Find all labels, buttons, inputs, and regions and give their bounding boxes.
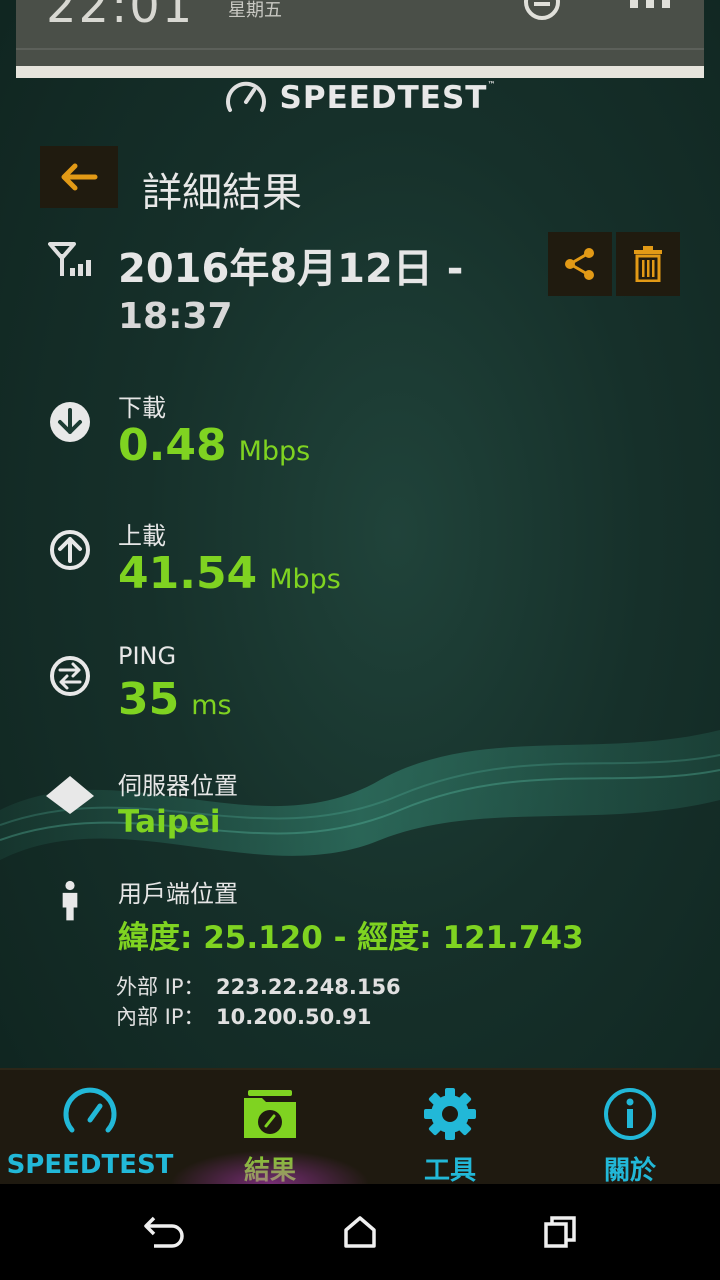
back-nav-icon[interactable] — [132, 1204, 188, 1260]
external-ip-row: 外部 IP： 223.22.248.156 — [116, 972, 401, 1002]
upload-unit: Mbps — [269, 564, 341, 595]
app-screen: 22:01 星期五 SPEEDTEST™ 詳細結果 2016年8月12日 - 1… — [0, 0, 720, 1184]
active-tab-glow — [170, 1150, 370, 1184]
trash-icon — [634, 246, 662, 282]
download-label: 下載 — [118, 394, 166, 422]
download-unit: Mbps — [238, 436, 311, 467]
upload-label: 上載 — [118, 522, 166, 550]
tab-speedtest[interactable]: SPEEDTEST — [0, 1070, 180, 1186]
external-ip-value: 223.22.248.156 — [216, 975, 401, 999]
internal-ip-label: 內部 IP： — [116, 1005, 205, 1029]
brand-tm: ™ — [487, 80, 497, 89]
internal-ip-row: 內部 IP： 10.200.50.91 — [116, 1002, 401, 1032]
speedometer-logo-icon — [225, 81, 266, 112]
settings-shortcut-icon[interactable] — [522, 0, 562, 22]
shade-clock: 22:01 — [46, 0, 195, 34]
share-button[interactable] — [548, 232, 612, 296]
client-location-label: 用戶端位置 — [118, 880, 238, 908]
download-value: 0.48 Mbps — [118, 420, 310, 471]
upload-icon — [50, 530, 90, 570]
download-icon — [50, 402, 90, 442]
results-folder-icon — [244, 1090, 296, 1138]
ping-number: 35 — [118, 674, 180, 725]
client-location-value: 緯度: 25.120 - 經度: 121.743 — [118, 920, 584, 956]
tab-tools[interactable]: 工具 — [360, 1070, 540, 1186]
shade-weekday: 星期五 — [228, 0, 282, 21]
ping-icon — [50, 656, 90, 696]
tab-speedtest-label: SPEEDTEST — [6, 1150, 174, 1180]
notification-shade[interactable]: 22:01 星期五 — [16, 0, 704, 78]
delete-button[interactable] — [616, 232, 680, 296]
result-time: 18:37 — [118, 296, 233, 337]
more-dots-icon[interactable] — [628, 0, 672, 14]
tab-tools-label: 工具 — [423, 1156, 476, 1186]
gear-icon — [424, 1088, 476, 1140]
upload-number: 41.54 — [118, 548, 258, 599]
brand-name: SPEEDTEST — [279, 80, 488, 116]
system-nav-bar — [0, 1184, 720, 1280]
ping-value: 35 ms — [118, 674, 232, 725]
share-icon — [565, 248, 594, 280]
tab-about[interactable]: 關於 — [540, 1070, 720, 1186]
back-button[interactable] — [40, 146, 118, 208]
tab-about-label: 關於 — [603, 1156, 656, 1186]
info-icon — [604, 1088, 656, 1140]
result-date: 2016年8月12日 - — [118, 246, 464, 292]
upload-value: 41.54 Mbps — [118, 548, 341, 599]
recent-apps-icon[interactable] — [532, 1204, 588, 1260]
internal-ip-value: 10.200.50.91 — [216, 1005, 372, 1029]
ping-label: PING — [118, 642, 177, 670]
signal-antenna-icon — [48, 242, 91, 276]
external-ip-label: 外部 IP： — [116, 975, 205, 999]
shade-divider — [16, 48, 704, 50]
speedometer-icon — [63, 1087, 117, 1133]
server-location-value: Taipei — [118, 804, 221, 840]
ping-unit: ms — [191, 690, 232, 721]
ip-info: 外部 IP： 223.22.248.156 內部 IP： 10.200.50.91 — [116, 972, 401, 1032]
download-number: 0.48 — [118, 420, 227, 471]
server-location-icon — [46, 776, 94, 814]
page-title: 詳細結果 — [142, 170, 302, 216]
home-nav-icon[interactable] — [332, 1204, 388, 1260]
arrow-left-icon — [61, 163, 98, 191]
background-wave — [0, 730, 720, 860]
server-location-label: 伺服器位置 — [118, 772, 238, 800]
person-icon — [62, 880, 78, 921]
speedtest-logo: SPEEDTEST™ — [0, 76, 720, 120]
